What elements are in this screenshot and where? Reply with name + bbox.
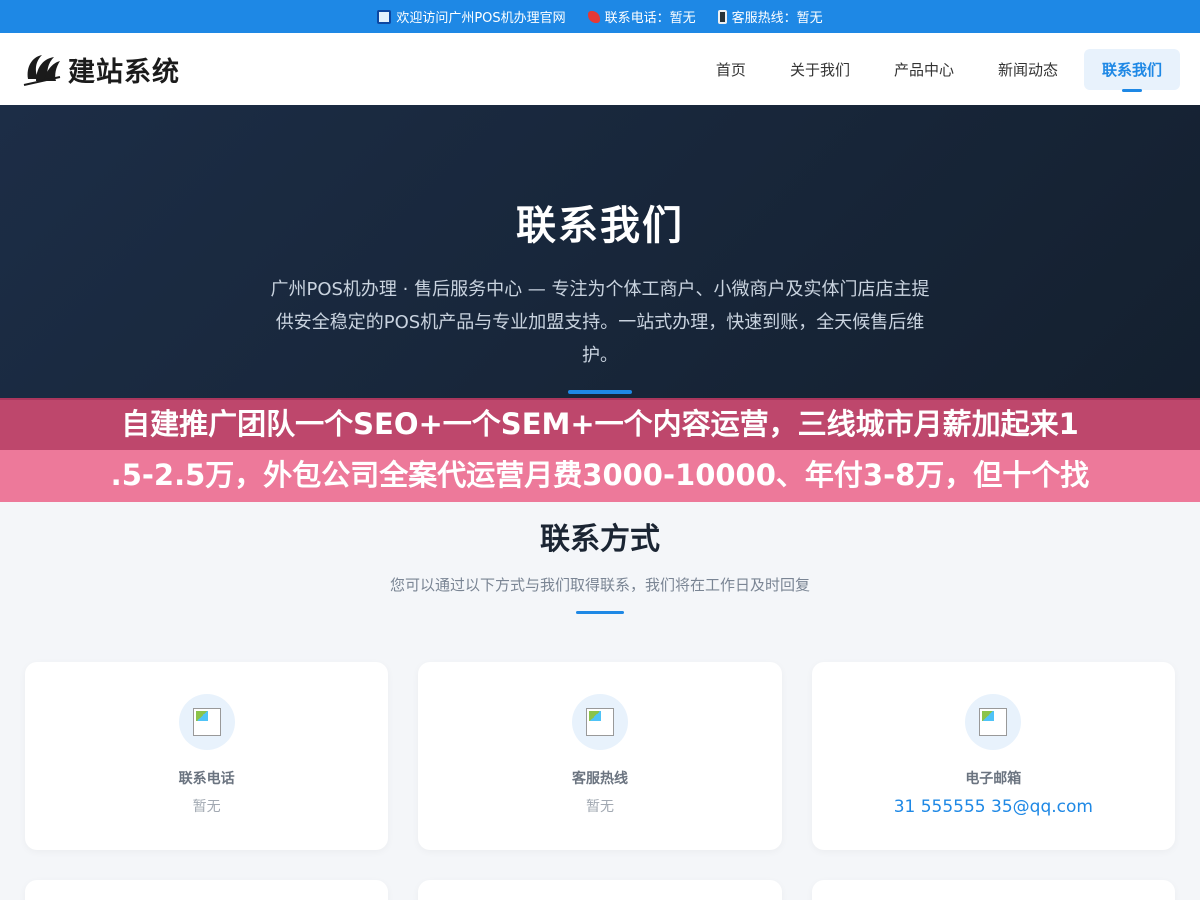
email-card-icon xyxy=(979,708,1008,736)
card-placeholder-2 xyxy=(418,880,782,900)
card-phone: 联系电话 暂无 xyxy=(25,662,389,850)
page-title: 联系我们 xyxy=(516,203,684,249)
mobile-icon xyxy=(717,9,727,24)
overlay-caption: 自建推广团队一个SEO+一个SEM+一个内容运营，三线城市月薪加起来1 .5-2… xyxy=(0,398,1200,502)
caption-line-2: .5-2.5万，外包公司全案代运营月费3000-10000、年付3-8万，但十个… xyxy=(0,450,1200,502)
welcome-item: 欢迎访问广州POS机办理官网 xyxy=(377,7,566,26)
phone-icon xyxy=(587,10,600,23)
phone-card-icon-wrap xyxy=(178,694,235,750)
section-title: 联系方式 xyxy=(540,522,660,557)
main-nav: 首页 关于我们 产品中心 新闻动态 联系我们 xyxy=(698,48,1180,92)
site-logo[interactable]: 建站系统 xyxy=(22,49,180,89)
hero-banner: 联系我们 广州POS机办理 · 售后服务中心 — 专注为个体工商户、小微商户及实… xyxy=(0,105,1200,400)
card-label: 联系电话 xyxy=(178,771,235,787)
logo-icon xyxy=(23,55,61,86)
card-value: 暂无 xyxy=(192,799,221,815)
hotline-card-icon xyxy=(585,708,614,736)
top-info-bar: 欢迎访问广州POS机办理官网 联系电话：暂无 客服热线：暂无 xyxy=(0,0,1200,33)
card-hotline: 客服热线 暂无 xyxy=(418,662,782,850)
email-card-icon-wrap xyxy=(965,694,1022,750)
card-label: 客服热线 xyxy=(571,771,628,787)
website-icon xyxy=(377,9,392,24)
hero-divider xyxy=(568,390,632,394)
caption-line-1: 自建推广团队一个SEO+一个SEM+一个内容运营，三线城市月薪加起来1 xyxy=(0,398,1200,450)
hotline-card-icon-wrap xyxy=(571,694,628,750)
contact-cards: 联系电话 暂无 客服热线 暂无 电子邮箱 31 555555 35@qq.com xyxy=(0,662,1200,850)
nav-products[interactable]: 产品中心 xyxy=(876,49,972,90)
site-header: 建站系统 首页 关于我们 产品中心 新闻动态 联系我们 xyxy=(0,33,1200,105)
hotline-text: 客服热线：暂无 xyxy=(731,11,823,26)
phone-card-icon xyxy=(192,708,221,736)
hotline-item: 客服热线：暂无 xyxy=(717,7,823,26)
phone-text: 联系电话：暂无 xyxy=(604,11,696,26)
nav-news[interactable]: 新闻动态 xyxy=(980,49,1076,90)
email-link[interactable]: 31 555555 35@qq.com xyxy=(894,797,1093,817)
card-placeholder-1 xyxy=(25,880,389,900)
logo-text: 建站系统 xyxy=(68,56,180,88)
card-value: 暂无 xyxy=(585,799,614,815)
section-divider xyxy=(576,611,624,614)
nav-about[interactable]: 关于我们 xyxy=(772,49,868,90)
card-placeholder-3 xyxy=(811,880,1175,900)
nav-contact[interactable]: 联系我们 xyxy=(1083,48,1180,92)
card-label: 电子邮箱 xyxy=(965,771,1022,787)
welcome-text: 欢迎访问广州POS机办理官网 xyxy=(396,11,566,26)
card-email: 电子邮箱 31 555555 35@qq.com xyxy=(811,662,1175,850)
contact-cards-row-2 xyxy=(0,880,1200,900)
hero-description: 广州POS机办理 · 售后服务中心 — 专注为个体工商户、小微商户及实体门店店主… xyxy=(270,279,930,366)
nav-home[interactable]: 首页 xyxy=(698,49,764,90)
section-subtitle: 您可以通过以下方式与我们取得联系，我们将在工作日及时回复 xyxy=(389,576,810,594)
phone-item: 联系电话：暂无 xyxy=(587,7,696,26)
